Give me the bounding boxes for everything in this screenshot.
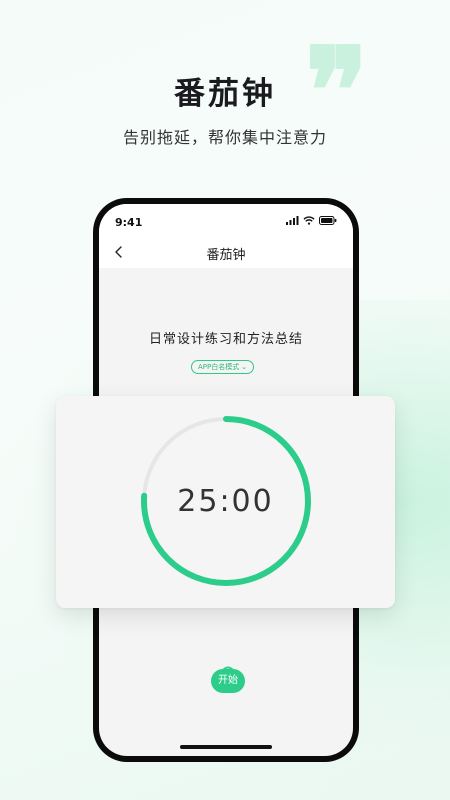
home-indicator	[180, 745, 272, 749]
task-title: 日常设计练习和方法总结	[148, 332, 303, 347]
nav-bar: 番茄钟	[99, 238, 353, 268]
leaf-icon	[222, 666, 234, 671]
status-time: 9:41	[115, 216, 143, 229]
mode-label: APP白名模式	[198, 363, 240, 371]
hero-subtitle: 告别拖延，帮你集中注意力	[122, 128, 327, 147]
timer-display: 25:00	[177, 484, 274, 519]
status-bar: 9:41	[99, 204, 353, 238]
timer-card: 25:00	[56, 396, 395, 608]
signal-icon	[286, 216, 299, 225]
battery-icon	[319, 216, 337, 225]
start-button[interactable]: 开始	[211, 666, 245, 693]
status-icons	[286, 216, 337, 225]
chevron-down-icon: ⌄	[241, 363, 248, 371]
start-button-label: 开始	[218, 675, 238, 686]
nav-title: 番茄钟	[206, 248, 246, 263]
hero-title: 番茄钟	[174, 76, 276, 112]
mode-selector[interactable]: APP白名模式 ⌄	[191, 360, 255, 374]
wifi-icon	[303, 216, 315, 225]
